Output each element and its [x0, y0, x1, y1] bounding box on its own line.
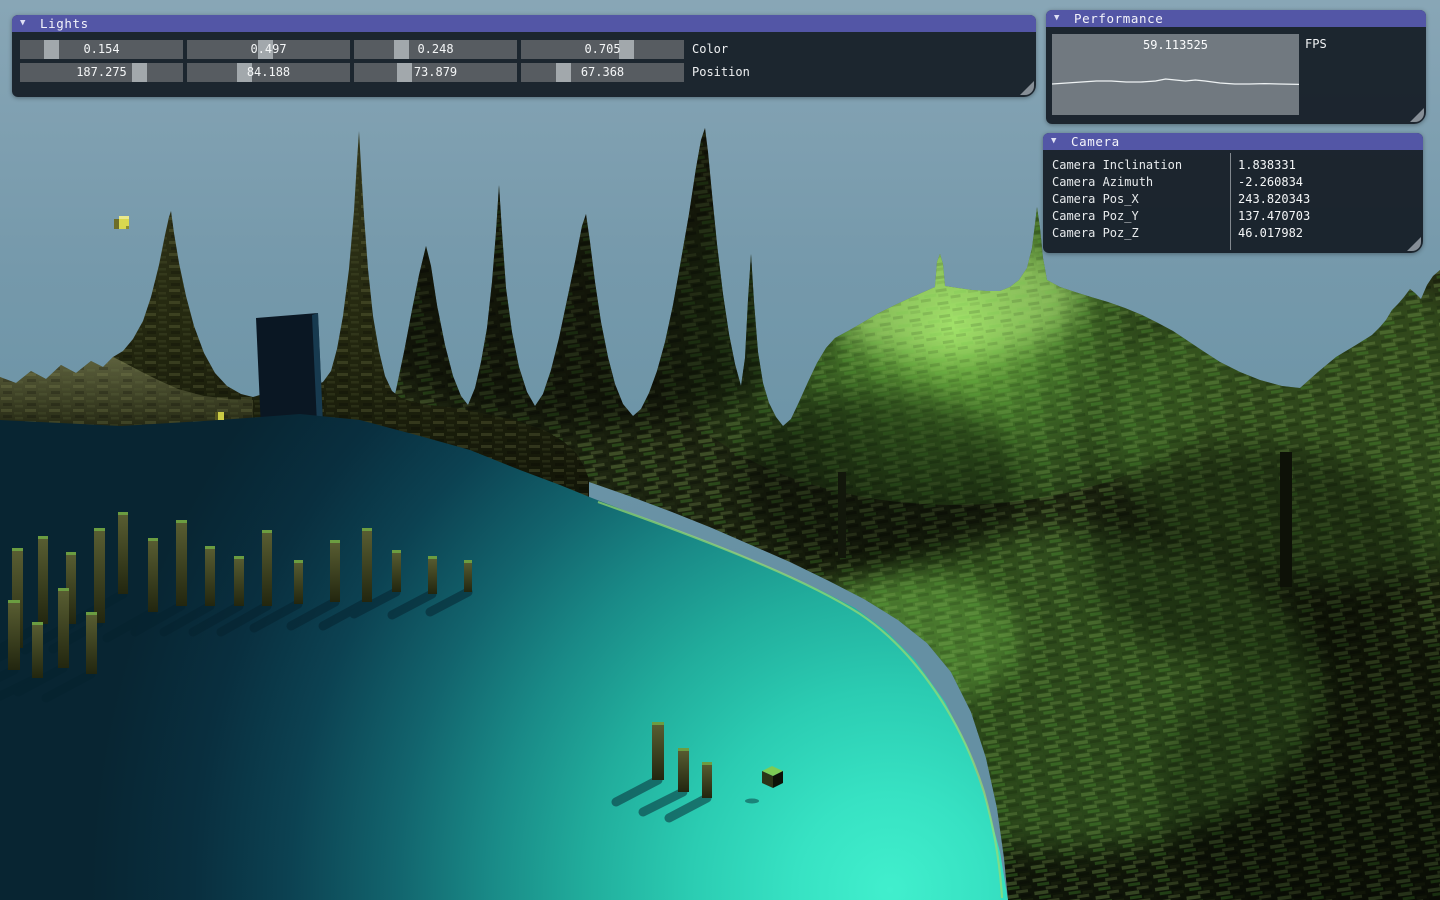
light-color-slider-1[interactable]: 0.497 — [187, 40, 350, 59]
performance-panel: ▼ Performance 59.113525 FPS — [1046, 10, 1426, 124]
camera-param-label: Camera Inclination — [1052, 157, 1182, 174]
slider-value: 0.705 — [521, 40, 684, 59]
camera-param-value: 137.470703 — [1238, 208, 1310, 225]
light-position-slider-0[interactable]: 187.275 — [20, 63, 183, 82]
fps-graph: 59.113525 — [1052, 34, 1299, 115]
slider-value: 0.497 — [187, 40, 350, 59]
camera-param-value: -2.260834 — [1238, 174, 1303, 191]
performance-panel-titlebar[interactable]: ▼ Performance — [1046, 10, 1426, 27]
panel-title: Performance — [1074, 10, 1163, 27]
collapse-triangle-icon[interactable]: ▼ — [1054, 10, 1059, 27]
slider-value: 73.879 — [354, 63, 517, 82]
slider-value: 187.275 — [20, 63, 183, 82]
slider-value: 0.154 — [20, 40, 183, 59]
resize-grip[interactable] — [1410, 108, 1424, 122]
voxel-engine-window: ▼ Lights 0.154 0.497 0.248 0.705 Color — [0, 0, 1440, 900]
collapse-triangle-icon[interactable]: ▼ — [20, 15, 25, 32]
lone-dark-spike — [838, 472, 846, 558]
light-color-slider-3[interactable]: 0.705 — [521, 40, 684, 59]
camera-param-value: 46.017982 — [1238, 225, 1303, 242]
camera-param-label: Camera Poz_Y — [1052, 208, 1139, 225]
camera-param-label: Camera Pos_X — [1052, 191, 1139, 208]
camera-readout-table: Camera Inclination 1.838331 Camera Azimu… — [1043, 157, 1423, 242]
slider-value: 67.368 — [521, 63, 684, 82]
light-color-slider-0[interactable]: 0.154 — [20, 40, 183, 59]
light-position-slider-3[interactable]: 67.368 — [521, 63, 684, 82]
fps-unit-label: FPS — [1305, 37, 1327, 51]
table-row: Camera Poz_Y 137.470703 — [1043, 208, 1423, 225]
position-row-label: Position — [692, 63, 750, 82]
fps-current-value: 59.113525 — [1052, 38, 1299, 52]
collapse-triangle-icon[interactable]: ▼ — [1051, 133, 1056, 150]
lights-panel-titlebar[interactable]: ▼ Lights — [12, 15, 1036, 32]
color-row-label: Color — [692, 40, 728, 59]
camera-param-label: Camera Azimuth — [1052, 174, 1153, 191]
camera-param-value: 1.838331 — [1238, 157, 1296, 174]
table-row: Camera Poz_Z 46.017982 — [1043, 225, 1423, 242]
camera-panel-titlebar[interactable]: ▼ Camera — [1043, 133, 1423, 150]
table-row: Camera Inclination 1.838331 — [1043, 157, 1423, 174]
column-divider — [1230, 153, 1231, 250]
panel-title: Camera — [1071, 133, 1120, 150]
light-position-slider-1[interactable]: 84.188 — [187, 63, 350, 82]
distant-small-cube — [215, 412, 224, 420]
camera-panel: ▼ Camera Camera Inclination 1.838331 Cam… — [1043, 133, 1423, 253]
light-position-row: 187.275 84.188 73.879 67.368 Position — [12, 63, 1036, 82]
lights-panel: ▼ Lights 0.154 0.497 0.248 0.705 Color — [12, 15, 1036, 97]
light-color-row: 0.154 0.497 0.248 0.705 Color — [12, 40, 1036, 59]
camera-param-label: Camera Poz_Z — [1052, 225, 1139, 242]
camera-param-value: 243.820343 — [1238, 191, 1310, 208]
light-color-slider-2[interactable]: 0.248 — [354, 40, 517, 59]
slider-value: 84.188 — [187, 63, 350, 82]
resize-grip[interactable] — [1020, 81, 1034, 95]
slider-value: 0.248 — [354, 40, 517, 59]
table-row: Camera Azimuth -2.260834 — [1043, 174, 1423, 191]
table-row: Camera Pos_X 243.820343 — [1043, 191, 1423, 208]
light-position-slider-2[interactable]: 73.879 — [354, 63, 517, 82]
panel-title: Lights — [40, 15, 89, 32]
